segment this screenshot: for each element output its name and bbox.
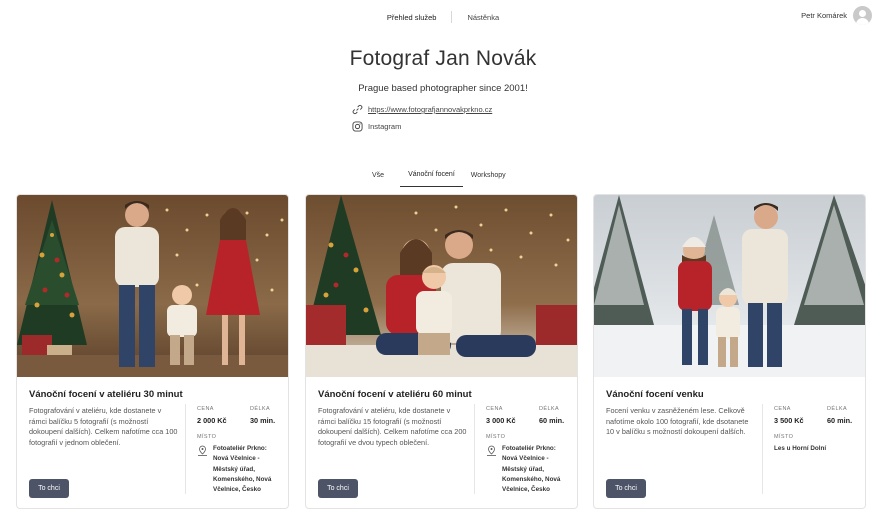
service-card[interactable]: Vánoční focení v ateliéru 60 minut Fotog… (305, 194, 578, 509)
card-divider (474, 404, 475, 494)
duration-label: DÉLKA (827, 406, 848, 412)
card-title: Vánoční focení venku (606, 389, 704, 400)
user-name: Petr Komárek (801, 11, 847, 20)
price-value: 3 000 Kč (486, 416, 516, 425)
nav-link-services[interactable]: Přehled služeb (372, 13, 452, 22)
card-description: Focení venku v zasněženém lese. Celkově … (606, 406, 749, 436)
avatar[interactable] (853, 6, 872, 25)
want-it-button[interactable]: To chci (29, 479, 69, 498)
instagram-row[interactable]: Instagram (352, 121, 401, 132)
price-label: CENA (197, 406, 214, 412)
instagram-icon (352, 121, 363, 132)
service-photo (306, 195, 577, 377)
nav-link-dashboard[interactable]: Nástěnka (452, 13, 514, 22)
tab-christmas[interactable]: Vánoční focení (400, 169, 463, 187)
place-label: MÍSTO (197, 434, 217, 440)
card-divider (185, 404, 186, 494)
price-label: CENA (774, 406, 791, 412)
tab-workshops[interactable]: Workshopy (463, 170, 514, 187)
map-pin-icon (198, 445, 207, 456)
page-subtitle: Prague based photographer since 2001! (358, 83, 528, 94)
duration-value: 60 min. (539, 416, 565, 425)
want-it-button[interactable]: To chci (318, 479, 358, 498)
place-value: Fotoateliér Prkno: Nová Včelnice - Městs… (502, 445, 561, 494)
place-value: Les u Horní Dolní (774, 445, 827, 452)
instagram-link[interactable]: Instagram (368, 122, 401, 131)
avatar-head (859, 10, 866, 17)
tab-all[interactable]: Vše (364, 170, 392, 187)
card-title: Vánoční focení v ateliéru 30 minut (29, 389, 183, 400)
website-link[interactable]: https://www.fotografjannovakprkno.cz (368, 105, 492, 114)
website-row[interactable]: https://www.fotografjannovakprkno.cz (352, 104, 492, 115)
card-description: Fotografování v ateliéru, kde dostanete … (318, 406, 467, 447)
studio-family-photo (306, 195, 577, 377)
place-label: MÍSTO (486, 434, 506, 440)
link-icon (352, 104, 363, 115)
nav-links: Přehled služeb Nástěnka (0, 11, 886, 23)
duration-label: DÉLKA (539, 406, 560, 412)
place-label: MÍSTO (774, 434, 794, 440)
studio-family-photo (17, 195, 288, 377)
map-pin-icon (487, 445, 496, 456)
duration-label: DÉLKA (250, 406, 271, 412)
price-label: CENA (486, 406, 503, 412)
place-value: Fotoateliér Prkno: Nová Včelnice - Městs… (213, 445, 272, 494)
service-photo (17, 195, 288, 377)
category-tabs: Vše Vánoční focení Workshopy (364, 169, 514, 187)
service-photo (594, 195, 865, 377)
price-value: 2 000 Kč (197, 416, 227, 425)
top-navigation: Přehled služeb Nástěnka Petr Komárek (0, 0, 886, 32)
service-card[interactable]: Vánoční focení v ateliéru 30 minut Fotog… (16, 194, 289, 509)
duration-value: 60 min. (827, 416, 853, 425)
card-divider (762, 404, 763, 494)
avatar-body (856, 18, 869, 25)
service-card[interactable]: Vánoční focení venku Focení venku v zasn… (593, 194, 866, 509)
card-title: Vánoční focení v ateliéru 60 minut (318, 389, 472, 400)
duration-value: 30 min. (250, 416, 276, 425)
card-description: Fotografování v ateliéru, kde dostanete … (29, 406, 178, 447)
price-value: 3 500 Kč (774, 416, 804, 425)
user-menu[interactable]: Petr Komárek (801, 6, 872, 25)
want-it-button[interactable]: To chci (606, 479, 646, 498)
snowy-forest-family-photo (594, 195, 865, 377)
page-title: Fotograf Jan Novák (349, 47, 537, 70)
